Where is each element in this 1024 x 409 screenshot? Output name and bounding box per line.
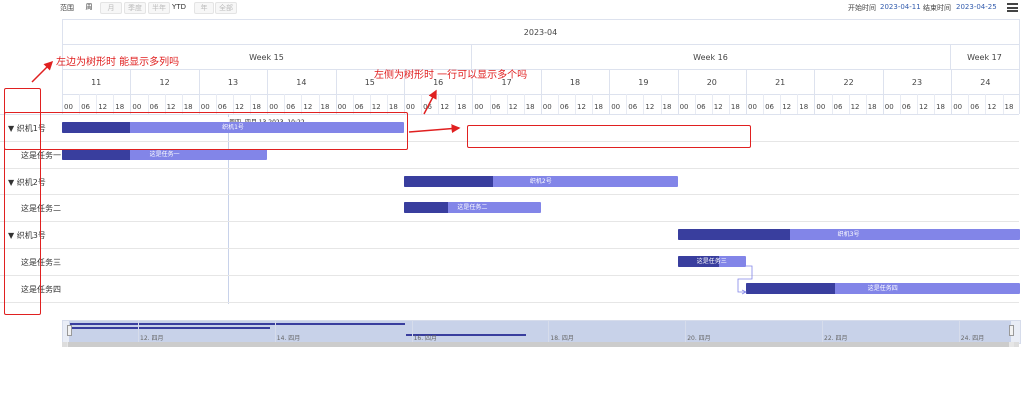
- annotation-arrows: [31, 60, 461, 134]
